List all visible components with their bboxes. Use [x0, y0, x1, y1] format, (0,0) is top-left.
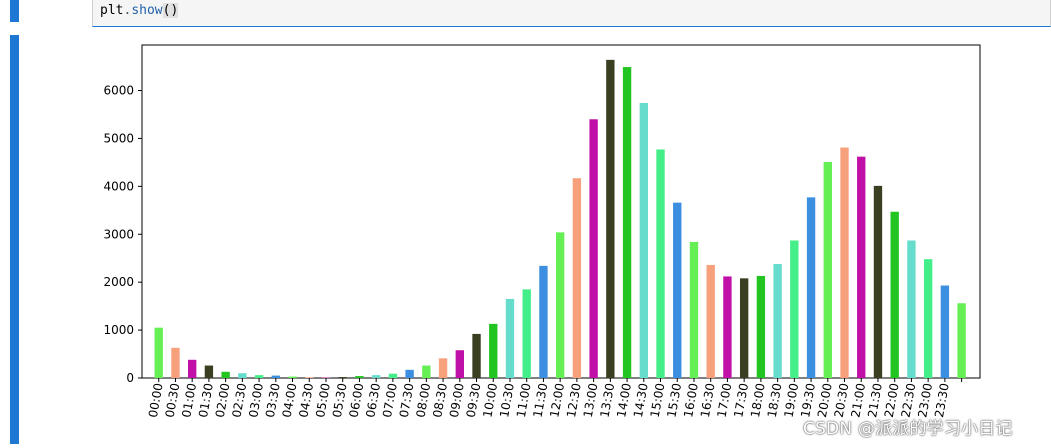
- bar: [205, 366, 213, 378]
- bar: [305, 377, 313, 378]
- bar: [171, 348, 179, 378]
- bar: [790, 240, 798, 378]
- bar: [389, 374, 397, 378]
- bar: [589, 119, 597, 378]
- cell-indicator-top: [10, 0, 19, 22]
- bar: [924, 259, 932, 378]
- bar: [456, 350, 464, 378]
- y-tick-label: 2000: [103, 275, 134, 289]
- y-tick-label: 0: [126, 371, 134, 385]
- bar: [155, 328, 163, 378]
- bar: [723, 276, 731, 378]
- bar: [221, 372, 229, 378]
- bar: [891, 212, 899, 378]
- bar: [573, 178, 581, 378]
- bar: [740, 278, 748, 378]
- bar: [339, 377, 347, 378]
- code-line: plt.show(): [100, 3, 178, 18]
- bar: [707, 265, 715, 378]
- bar: [539, 266, 547, 378]
- y-tick-label: 6000: [103, 84, 134, 98]
- y-tick-label: 4000: [103, 179, 134, 193]
- bar: [439, 358, 447, 378]
- bar: [355, 376, 363, 378]
- bar: [623, 67, 631, 378]
- bar: [673, 203, 681, 378]
- output-area: 010002000300040005000600000:0000:3001:00…: [92, 30, 1051, 444]
- bar: [807, 197, 815, 378]
- bar: [489, 324, 497, 378]
- bar: [506, 299, 514, 378]
- bar: [238, 373, 246, 378]
- bar: [857, 157, 865, 378]
- code-parens: (): [163, 3, 179, 18]
- bar: [422, 366, 430, 378]
- bar: [656, 149, 664, 378]
- bar: [874, 186, 882, 378]
- bar: [757, 276, 765, 378]
- bar: [824, 162, 832, 378]
- y-tick-label: 5000: [103, 131, 134, 145]
- bar: [957, 303, 965, 378]
- watermark: CSDN @派派的学习小日记: [803, 414, 1013, 439]
- bar: [840, 148, 848, 378]
- code-cell[interactable]: plt.show(): [92, 0, 1051, 27]
- bar: [773, 264, 781, 378]
- y-tick-label: 3000: [103, 227, 134, 241]
- bar: [272, 376, 280, 378]
- code-method: show: [131, 3, 162, 18]
- y-tick-label: 1000: [103, 323, 134, 337]
- bar: [372, 375, 380, 378]
- bar: [907, 240, 915, 378]
- bar: [941, 286, 949, 378]
- bar: [556, 232, 564, 378]
- bar: [188, 360, 196, 378]
- bar: [690, 242, 698, 378]
- bar: [288, 377, 296, 378]
- bar: [640, 103, 648, 378]
- bar: [472, 334, 480, 378]
- code-object: plt: [100, 3, 123, 18]
- bar: [255, 375, 263, 378]
- bar: [405, 370, 413, 378]
- cell-indicator-output: [10, 35, 19, 444]
- bar: [523, 289, 531, 378]
- bar-chart: 010002000300040005000600000:0000:3001:00…: [92, 30, 1051, 444]
- bar: [606, 60, 614, 378]
